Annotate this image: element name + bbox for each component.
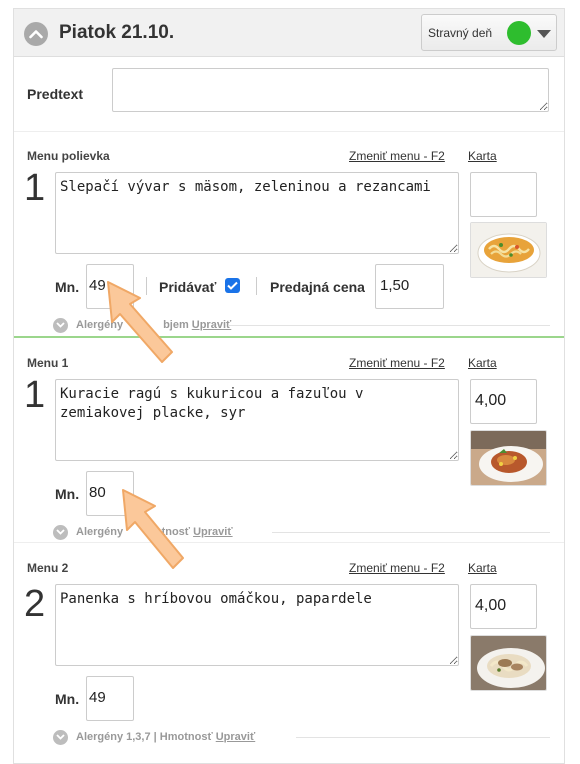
sale-price-label: Predajná cena [270,279,365,295]
card-link[interactable]: Karta [468,149,497,163]
change-menu-link[interactable]: Zmeniť menu - F2 [349,561,445,575]
quantity-label: Mn. [55,279,80,295]
change-menu-link[interactable]: Zmeniť menu - F2 [349,356,445,370]
day-title: Piatok 21.10. [59,22,175,43]
status-dot-icon [507,21,531,45]
caret-down-icon [537,30,551,38]
divider-line [272,532,550,533]
card-link[interactable]: Karta [468,561,497,575]
card-link[interactable]: Karta [468,356,497,370]
quantity-label: Mn. [55,486,80,502]
annotation-arrow-2 [122,489,184,569]
section-label: Menu 1 [27,356,69,370]
menu-section-2: Menu 2 Zmeniť menu - F2 Karta 2 Panenka … [14,542,564,763]
menu-section-soup: Menu polievka Zmeniť menu - F2 Karta 1 S… [14,133,564,336]
soup-photo-image [471,223,546,277]
chicken-dish-photo[interactable] [470,430,547,486]
card-price-input[interactable]: 4,00 [470,379,537,424]
menu-number: 1 [24,374,46,416]
card-price-input[interactable]: 4,00 [470,584,537,629]
expand-chevron-icon[interactable] [53,317,68,333]
day-menu-panel: Piatok 21.10. Stravný deň Predtext Menu … [13,8,565,764]
day-type-select[interactable]: Stravný deň [421,14,557,51]
pork-pasta-photo-image [471,636,546,690]
chevron-up-icon [29,30,43,39]
menu-number: 2 [24,583,46,625]
expand-chevron-icon[interactable] [53,729,68,745]
allergens-text: Alergény 1,3,7 | Hmotnosť [76,731,213,743]
card-price-input[interactable] [470,172,537,217]
edit-allergens-link[interactable]: Upraviť [192,319,232,331]
annotation-arrow-1 [107,281,173,363]
divider-line [228,325,550,326]
meal-description-input[interactable]: Slepačí vývar s mäsom, zeleninou a rezan… [55,172,459,254]
quantity-input[interactable]: 49 [86,676,134,721]
meal-description-input[interactable]: Panenka s hríbovou omáčkou, papardele [55,584,459,666]
checkmark-icon [227,281,238,290]
menu-section-1: Menu 1 Zmeniť menu - F2 Karta 1 Kuracie … [14,336,564,542]
pork-pasta-photo[interactable] [470,635,547,691]
section-label: Menu polievka [27,149,110,163]
section-label: Menu 2 [27,561,69,575]
chicken-dish-photo-image [471,431,546,485]
soup-photo[interactable] [470,222,547,278]
predtext-label: Predtext [27,86,84,102]
predtext-input[interactable] [112,68,549,112]
separator [256,277,257,295]
meal-description-input[interactable]: Kuracie ragú s kukuricou a fazuľou v zem… [55,379,459,461]
quantity-label: Mn. [55,691,80,707]
edit-allergens-link[interactable]: Upraviť [216,731,256,743]
collapse-button[interactable] [24,22,48,46]
day-header: Piatok 21.10. Stravný deň [14,9,564,57]
sale-price-input[interactable]: 1,50 [375,264,444,309]
menu-number: 1 [24,167,46,209]
allergens-row: Alergény 1,3,7 | Hmotnosť Upraviť [53,729,255,745]
divider-line [296,737,550,738]
change-menu-link[interactable]: Zmeniť menu - F2 [349,149,445,163]
day-type-label: Stravný deň [428,26,493,40]
predtext-row: Predtext [14,58,564,132]
expand-chevron-icon[interactable] [53,524,68,540]
add-checkbox[interactable] [225,278,240,293]
